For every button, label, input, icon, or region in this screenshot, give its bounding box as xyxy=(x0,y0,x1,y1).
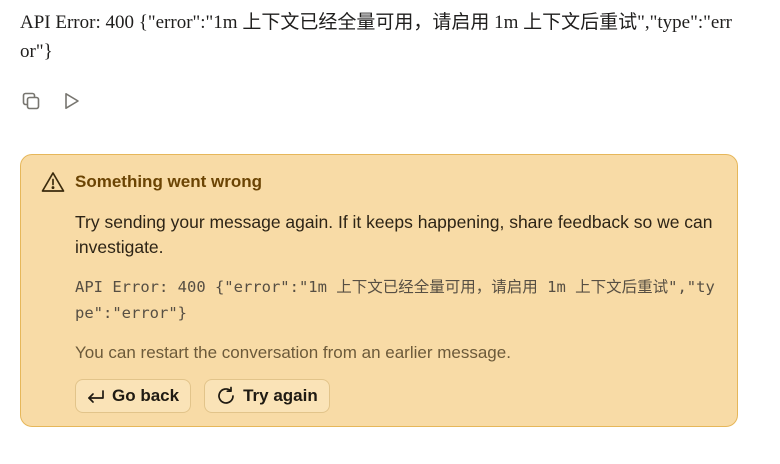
refresh-icon xyxy=(215,385,237,407)
go-back-button[interactable]: Go back xyxy=(75,379,192,413)
return-arrow-icon xyxy=(86,387,106,405)
restart-note: You can restart the conversation from an… xyxy=(75,343,511,362)
try-again-label: Try again xyxy=(243,386,318,405)
error-card: Something went wrong Try sending your me… xyxy=(20,154,738,427)
warning-triangle-icon xyxy=(41,171,65,193)
error-card-header: Something went wrong xyxy=(41,171,262,193)
copy-button[interactable] xyxy=(20,92,42,114)
error-card-buttons: Go back Try again xyxy=(75,379,330,413)
try-again-button[interactable]: Try again xyxy=(204,379,330,413)
error-title: Something went wrong xyxy=(75,172,262,191)
play-icon xyxy=(61,91,81,116)
message-actions xyxy=(20,92,82,114)
retry-button[interactable] xyxy=(60,92,82,114)
assistant-message-text: API Error: 400 {"error":"1m 上下文已经全量可用，请启… xyxy=(20,12,732,62)
error-code: API Error: 400 {"error":"1m 上下文已经全量可用，请启… xyxy=(75,278,715,322)
copy-icon xyxy=(21,91,41,116)
go-back-label: Go back xyxy=(112,386,180,405)
error-description: Try sending your message again. If it ke… xyxy=(75,212,713,257)
